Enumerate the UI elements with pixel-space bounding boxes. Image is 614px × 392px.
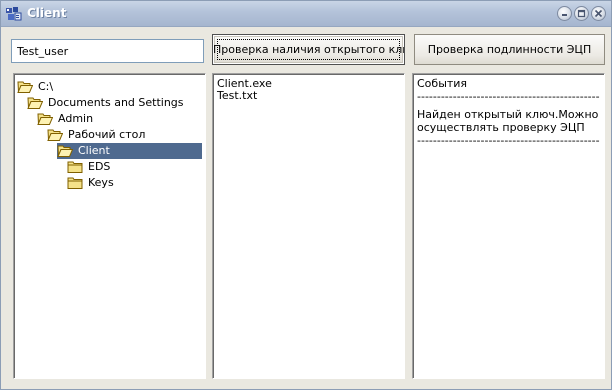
minimize-icon (562, 14, 567, 16)
file-item[interactable]: Test.txt (217, 89, 257, 102)
username-field[interactable] (11, 39, 204, 63)
app-icon (6, 7, 22, 21)
title-buttons (557, 6, 606, 21)
check-public-key-button[interactable]: Проверка наличия открытого ключа (212, 34, 405, 65)
tree-item-label: C:\ (38, 80, 54, 93)
events-separator: ----------------------------------------… (417, 134, 600, 147)
open-folder-icon (27, 96, 44, 110)
maximize-icon (577, 9, 586, 18)
tree-item-label: Documents and Settings (48, 96, 184, 109)
tree-item[interactable]: Admin (37, 111, 202, 127)
tree-item[interactable]: C:\ (17, 79, 202, 95)
tree-item-label: EDS (88, 160, 111, 173)
verify-signature-button[interactable]: Проверка подлинности ЭЦП (414, 34, 605, 65)
event-text: осуществлять проверку ЭЦП (417, 121, 585, 134)
events-separator: ----------------------------------------… (417, 90, 600, 103)
tree-item[interactable]: Client (57, 143, 202, 159)
events-log: События ---------------------------------… (412, 73, 605, 379)
open-folder-icon (37, 112, 54, 126)
tree-item[interactable]: EDS (67, 159, 202, 175)
folder-icon (67, 160, 83, 174)
open-folder-icon (17, 80, 34, 94)
tree-item-label: Рабочий стол (68, 128, 146, 141)
tree-item[interactable]: Рабочий стол (47, 127, 202, 143)
folder-tree[interactable]: C:\ Documents and Settings Admin Рабочий ст… (13, 73, 206, 379)
open-folder-icon (47, 128, 64, 142)
title-bar[interactable]: Client (1, 1, 611, 27)
maximize-button[interactable] (574, 6, 589, 21)
tree-item-label: Admin (58, 112, 94, 125)
file-list[interactable]: Client.exe Test.txt (212, 73, 405, 379)
events-heading: События (417, 77, 468, 90)
tree-item-label: Keys (88, 176, 114, 189)
tree-item-label: Client (78, 144, 110, 157)
close-icon (594, 9, 603, 18)
check-public-key-label: Проверка наличия открытого ключа (213, 43, 405, 56)
verify-signature-label: Проверка подлинности ЭЦП (427, 43, 592, 56)
event-text: Найден открытый ключ.Можно (417, 108, 599, 121)
close-button[interactable] (591, 6, 606, 21)
folder-icon (67, 176, 83, 190)
tree-item[interactable]: Keys (67, 175, 202, 191)
tree-item[interactable]: Documents and Settings (27, 95, 202, 111)
client-window: Client Проверка наличия (0, 0, 612, 390)
minimize-button[interactable] (557, 6, 572, 21)
open-folder-icon (57, 144, 74, 158)
window-title: Client (27, 6, 67, 20)
